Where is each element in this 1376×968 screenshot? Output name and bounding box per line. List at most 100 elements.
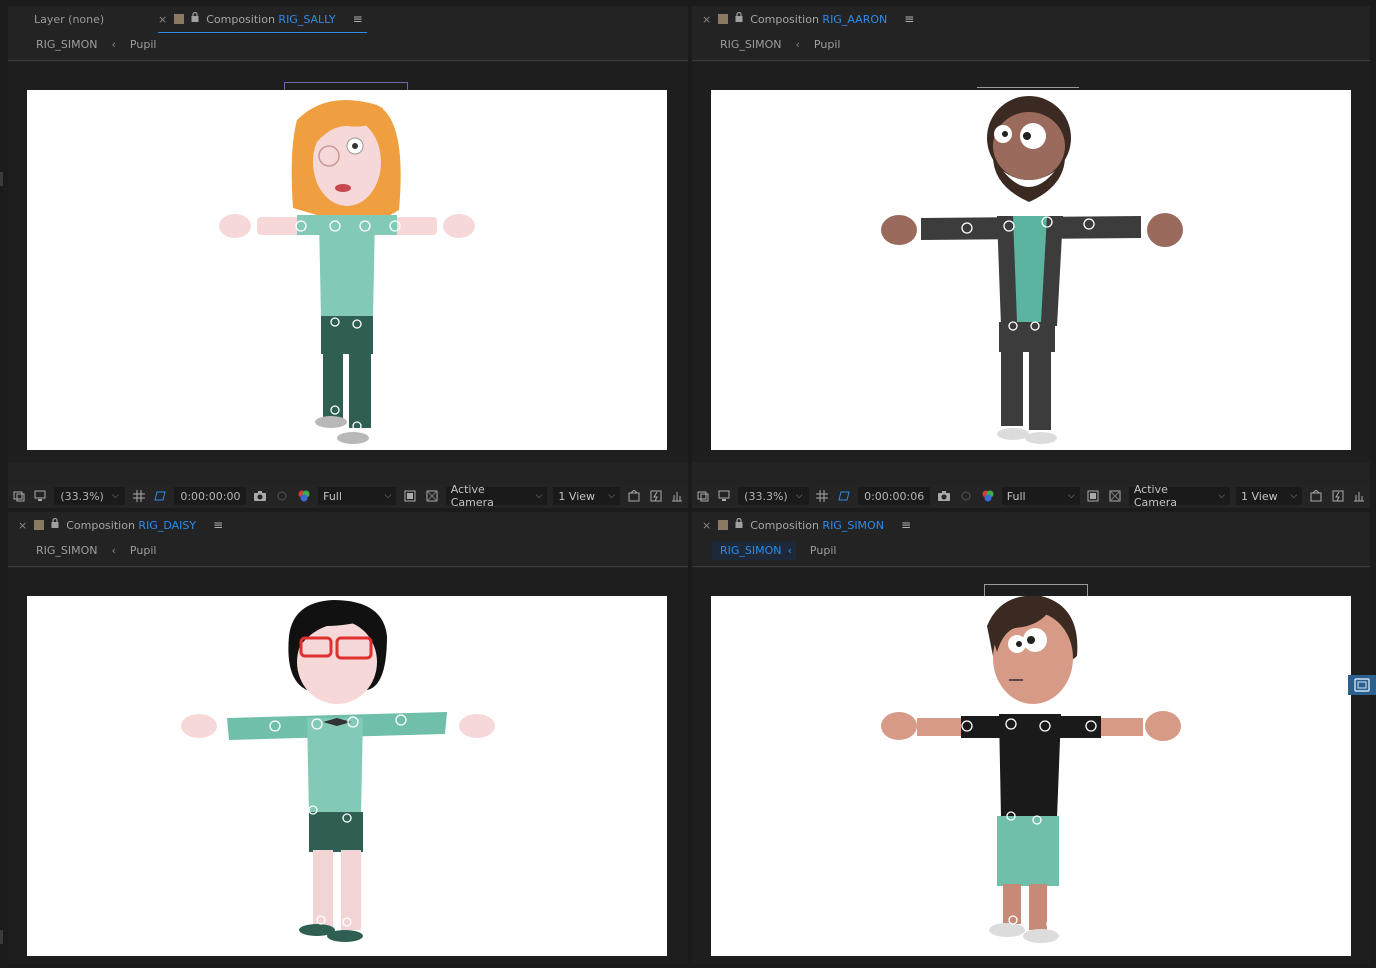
breadcrumb-root[interactable]: RIG_SIMON	[712, 541, 790, 560]
composition-panel-aaron: × Composition RIG_AARON ≡ RIG_SIMON ‹ Pu…	[692, 6, 1370, 484]
show-snapshot-icon[interactable]	[959, 489, 973, 503]
divider	[692, 566, 1370, 567]
composition-panel-simon: × Composition RIG_SIMON ≡ RIG_SIMON ‹ Pu…	[692, 512, 1370, 964]
camera-icon[interactable]	[253, 489, 267, 503]
panel-tab-bar: × Composition RIG_SIMON ≡	[692, 512, 1370, 538]
monitor-icon[interactable]	[34, 489, 48, 503]
composition-stage[interactable]	[27, 596, 667, 956]
close-icon[interactable]: ×	[702, 13, 711, 26]
lock-icon[interactable]	[191, 12, 199, 23]
hamburger-menu-icon[interactable]: ≡	[213, 518, 223, 532]
viewer-toolbar-aaron: (33.3%) ⌵ 0:00:00:06 Full ⌵ Active Camera ⌵…	[692, 483, 1370, 509]
rgb-channels-icon[interactable]	[297, 489, 311, 503]
fit-frame-icon	[1354, 678, 1370, 692]
chevron-down-icon: ⌵	[1067, 491, 1075, 501]
camera-view-dropdown[interactable]: Active Camera ⌵	[1128, 483, 1230, 509]
zoom-dropdown[interactable]: (33.3%) ⌵	[54, 487, 125, 505]
region-of-interest-icon[interactable]	[1087, 489, 1101, 503]
layer-panel-tab[interactable]: Layer (none)	[34, 6, 104, 32]
fast-previews-icon[interactable]	[649, 489, 663, 503]
transparency-grid-icon[interactable]	[425, 489, 439, 503]
close-icon[interactable]: ×	[18, 519, 27, 532]
label-color-swatch	[34, 520, 45, 530]
tab-title-prefix: Composition	[750, 12, 819, 26]
resolution-dropdown[interactable]: Full ⌵	[318, 487, 397, 505]
character-aaron	[881, 96, 1183, 444]
view-layout-dropdown[interactable]: 1 View ⌵	[553, 487, 621, 505]
composition-viewer[interactable]	[692, 62, 1370, 462]
composition-viewer[interactable]	[692, 568, 1370, 964]
tab-composition-rig-simon[interactable]: × Composition RIG_SIMON ≡	[702, 512, 911, 538]
lock-icon[interactable]	[735, 518, 743, 529]
breadcrumb: RIG_SIMON ‹ Pupil	[692, 538, 1370, 563]
view-layout-dropdown[interactable]: 1 View ⌵	[1236, 487, 1303, 505]
chevron-down-icon: ⌵	[1218, 491, 1225, 501]
timeline-icon[interactable]	[670, 489, 684, 503]
region-of-interest-icon[interactable]	[403, 489, 417, 503]
lock-icon[interactable]	[735, 12, 743, 23]
hamburger-menu-icon[interactable]: ≡	[353, 12, 363, 26]
breadcrumb-root[interactable]: RIG_SIMON	[28, 35, 106, 54]
tab-composition-rig-aaron[interactable]: × Composition RIG_AARON ≡	[702, 6, 914, 32]
mask-visibility-icon[interactable]	[153, 489, 167, 503]
always-preview-icon[interactable]	[12, 489, 26, 503]
rgb-channels-icon[interactable]	[981, 489, 995, 503]
tab-composition-rig-daisy[interactable]: × Composition RIG_DAISY ≡	[18, 512, 223, 538]
grid-guides-icon[interactable]	[132, 489, 146, 503]
chevron-down-icon: ⌵	[795, 491, 803, 501]
panel-tab-bar: × Composition RIG_DAISY ≡	[8, 512, 688, 538]
camera-icon[interactable]	[937, 489, 951, 503]
panel-tab-bar: × Composition RIG_AARON ≡	[692, 6, 1370, 32]
hamburger-menu-icon[interactable]: ≡	[901, 518, 911, 532]
composition-viewer[interactable]	[8, 62, 688, 462]
breadcrumb-child[interactable]: Pupil	[806, 35, 849, 54]
close-icon[interactable]: ×	[702, 519, 711, 532]
tab-composition-rig-sally[interactable]: × Composition RIG_SALLY ≡	[158, 6, 367, 33]
chevron-down-icon: ⌵	[111, 491, 119, 501]
label-color-swatch	[718, 520, 729, 530]
chevron-left-icon: ‹	[111, 38, 116, 51]
resolution-dropdown[interactable]: Full ⌵	[1001, 487, 1080, 505]
hamburger-menu-icon[interactable]: ≡	[904, 12, 914, 26]
breadcrumb: RIG_SIMON ‹ Pupil	[8, 32, 688, 57]
composition-stage[interactable]	[711, 90, 1351, 450]
zoom-dropdown[interactable]: (33.3%) ⌵	[738, 487, 809, 505]
grid-guides-icon[interactable]	[816, 489, 830, 503]
close-icon[interactable]: ×	[158, 13, 167, 26]
divider	[8, 566, 688, 567]
viewer-toolbar-sally: (33.3%) ⌵ 0:00:00:00 Full ⌵ Active Camera ⌵…	[8, 483, 688, 509]
composition-panel-sally: Layer (none) × Composition RIG_SALLY ≡ R…	[8, 6, 688, 484]
current-time-display[interactable]: 0:00:00:00	[174, 487, 247, 505]
toggle-pixel-aspect-icon[interactable]	[627, 489, 641, 503]
chevron-down-icon: ⌵	[535, 491, 543, 501]
breadcrumb-child[interactable]: Pupil	[122, 35, 165, 54]
label-color-swatch	[174, 14, 185, 24]
tab-title-prefix: Composition	[750, 518, 819, 532]
fast-previews-icon[interactable]	[1331, 489, 1345, 503]
chevron-left-icon: ‹	[795, 38, 800, 51]
composition-stage[interactable]	[27, 90, 667, 450]
breadcrumb: RIG_SIMON ‹ Pupil	[692, 32, 1370, 57]
mask-visibility-icon[interactable]	[837, 489, 851, 503]
breadcrumb-child[interactable]: Pupil	[122, 541, 165, 560]
viewer-tool-button[interactable]	[1348, 675, 1376, 695]
composition-stage[interactable]	[711, 595, 1351, 956]
composition-viewer[interactable]	[8, 568, 688, 964]
show-snapshot-icon[interactable]	[275, 489, 289, 503]
transparency-grid-icon[interactable]	[1108, 489, 1122, 503]
toggle-pixel-aspect-icon[interactable]	[1309, 489, 1323, 503]
camera-view-dropdown[interactable]: Active Camera ⌵	[445, 483, 548, 509]
monitor-icon[interactable]	[718, 489, 732, 503]
current-time-display[interactable]: 0:00:00:06	[858, 487, 931, 505]
breadcrumb-root[interactable]: RIG_SIMON	[28, 541, 106, 560]
always-preview-icon[interactable]	[696, 489, 710, 503]
tab-comp-name: RIG_DAISY	[138, 518, 197, 532]
lock-icon[interactable]	[51, 518, 59, 529]
label-color-swatch	[718, 14, 729, 24]
breadcrumb-root[interactable]: RIG_SIMON	[712, 35, 790, 54]
chevron-left-icon: ‹	[111, 544, 116, 557]
chevron-left-icon: ‹	[783, 541, 796, 560]
timeline-icon[interactable]	[1352, 489, 1366, 503]
divider	[8, 60, 688, 61]
breadcrumb-child[interactable]: Pupil	[802, 541, 845, 560]
